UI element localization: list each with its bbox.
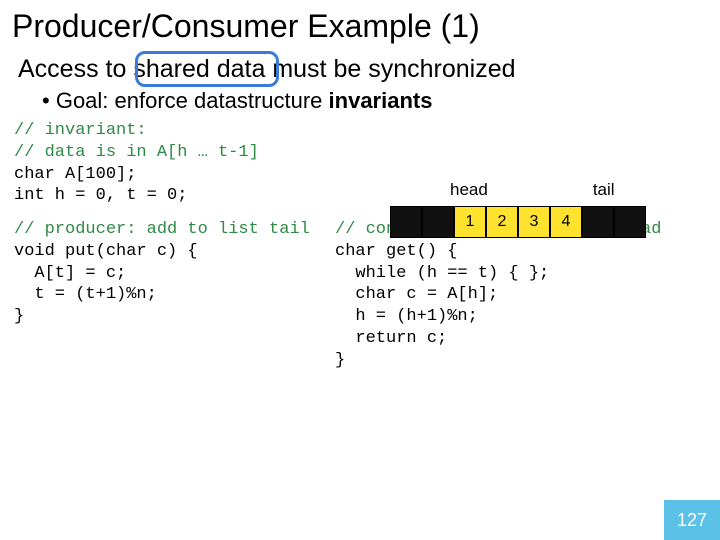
access-post: must be synchronized [265, 55, 515, 83]
code-line: A[t] = c; [14, 264, 126, 283]
page-number: 127 [664, 500, 720, 540]
code-line: while (h == t) { }; [335, 264, 549, 283]
code-line: } [14, 307, 24, 326]
access-statement: Access to shared data must be synchroniz… [0, 49, 720, 86]
code-comment: // data is in A[h … t-1] [14, 143, 259, 162]
head-label: head [450, 180, 488, 200]
bullet-pre: Goal: enforce datastructure [56, 88, 329, 113]
array-cell: 1 [454, 206, 486, 238]
code-line: } [335, 351, 345, 370]
access-pre: Access to [18, 55, 133, 83]
array-cell-empty [614, 206, 646, 238]
consumer-code: // consumer: take from list head char ge… [335, 219, 720, 371]
array-cells: 1 2 3 4 [390, 206, 646, 238]
code-line: char A[100]; [14, 165, 136, 184]
invariant-code: // invariant: // data is in A[h … t-1] c… [0, 120, 380, 207]
code-line: void put(char c) { [14, 242, 198, 261]
array-cell: 3 [518, 206, 550, 238]
array-cell: 4 [550, 206, 582, 238]
code-line: t = (t+1)%n; [14, 285, 157, 304]
array-cell-empty [582, 206, 614, 238]
slide-title: Producer/Consumer Example (1) [0, 0, 720, 49]
bullet-bold: invariants [329, 88, 433, 113]
array-cell: 2 [486, 206, 518, 238]
goal-bullet: • Goal: enforce datastructure invariants [0, 86, 720, 120]
bullet-dot: • [42, 88, 56, 113]
code-line: h = (h+1)%n; [335, 307, 478, 326]
code-line: return c; [335, 329, 447, 348]
code-comment: // invariant: [14, 121, 147, 140]
code-line: int h = 0, t = 0; [14, 186, 187, 205]
array-cell-empty [422, 206, 454, 238]
array-diagram: head tail 1 2 3 4 [390, 180, 646, 238]
code-line: char get() { [335, 242, 457, 261]
code-comment: // producer: add to list tail [14, 220, 310, 239]
tail-label: tail [593, 180, 615, 200]
access-highlight-text: shared data [133, 55, 265, 83]
code-line: char c = A[h]; [335, 285, 498, 304]
producer-code: // producer: add to list tail void put(c… [0, 219, 335, 371]
array-cell-empty [390, 206, 422, 238]
